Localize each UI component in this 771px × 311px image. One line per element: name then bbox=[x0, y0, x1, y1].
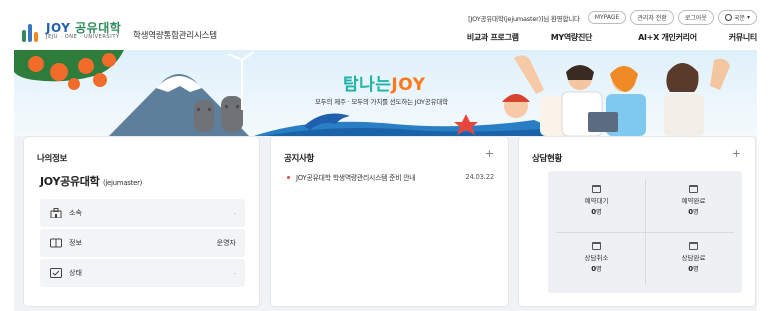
nav-extracurricular[interactable]: 비교과 프로그램 bbox=[467, 32, 519, 43]
consult-cell-reserved-done[interactable]: 예약완료 0명 bbox=[645, 185, 742, 216]
building-icon bbox=[49, 208, 63, 218]
info-row-info: 정보 운영자 bbox=[40, 229, 245, 257]
info-label: 소속 bbox=[69, 209, 82, 217]
info-value: - bbox=[233, 209, 236, 217]
my-info-title: 나의정보 bbox=[37, 154, 68, 164]
logout-button[interactable]: 로그아웃 bbox=[677, 10, 714, 25]
language-select[interactable]: 국문 ▾ bbox=[717, 10, 757, 25]
dashboard-content: 나의정보 JOY공유대학 (jejumaster) 소속 - 정보 운영자 상태… bbox=[14, 136, 757, 311]
welcome-message: [JOY공유대학(jejumaster)]님 환영합니다 bbox=[468, 14, 580, 23]
consult-label: 상담취소 bbox=[584, 254, 609, 262]
calendar-icon bbox=[689, 242, 698, 250]
consult-label: 예약대기 bbox=[584, 197, 609, 205]
my-info-card: 나의정보 JOY공유대학 (jejumaster) 소속 - 정보 운영자 상태… bbox=[23, 136, 260, 307]
consult-count: 0명 bbox=[591, 265, 602, 273]
logo-mark-icon bbox=[22, 20, 42, 42]
main-banner: 탐나는JOY 모두의 제주 · 모두의 가치를 선도하는 JOY공유대학 bbox=[14, 50, 757, 136]
user-name: JOY공유대학 (jejumaster) bbox=[40, 175, 143, 188]
info-label: 상태 bbox=[69, 269, 82, 277]
admin-switch-button[interactable]: 관리자 전환 bbox=[630, 10, 674, 25]
nav-competency-diagnosis[interactable]: MY역량진단 bbox=[551, 32, 593, 43]
info-value: - bbox=[233, 269, 236, 277]
consult-count: 0명 bbox=[688, 265, 699, 273]
consult-count: 0명 bbox=[688, 208, 699, 216]
notice-item[interactable]: JOY공유대학 학생역량관리시스템 준비 안내 24.03.22 bbox=[287, 172, 494, 182]
info-row-status: 상태 - bbox=[40, 259, 245, 287]
consult-cell-cancelled[interactable]: 상담취소 0명 bbox=[548, 242, 645, 273]
notice-card: 공지사항 + JOY공유대학 학생역량관리시스템 준비 안내 24.03.22 bbox=[270, 136, 509, 307]
logo-text: JOY 공유대학 bbox=[46, 21, 122, 35]
consultation-grid: 예약대기 0명 예약완료 0명 상담취소 0명 상담완료 0명 bbox=[548, 171, 742, 293]
calendar-icon bbox=[592, 242, 601, 250]
consultation-title: 상담현황 bbox=[532, 154, 563, 164]
consultation-card: 상담현황 + 예약대기 0명 예약완료 0명 상담취소 0명 상담완료 0명 bbox=[518, 136, 756, 307]
consult-cell-reserved-pending[interactable]: 예약대기 0명 bbox=[548, 185, 645, 216]
banner-title: 탐나는JOY bbox=[343, 75, 426, 95]
chevron-down-icon: ▾ bbox=[746, 14, 750, 21]
calendar-icon bbox=[689, 185, 698, 193]
id-card-icon bbox=[49, 238, 63, 248]
main-nav: 비교과 프로그램 MY역량진단 AI+X 개인커리어 커뮤니티 bbox=[467, 32, 757, 43]
consultation-more-icon[interactable]: + bbox=[732, 147, 741, 160]
info-label: 정보 bbox=[69, 239, 82, 247]
header: JOY 공유대학 JEJU · ONE · UNIVERSITY 학생역량통합관… bbox=[0, 0, 771, 50]
notice-more-icon[interactable]: + bbox=[485, 147, 494, 160]
notice-item-date: 24.03.22 bbox=[465, 173, 494, 181]
user-id: (jejumaster) bbox=[102, 179, 143, 187]
info-value: 운영자 bbox=[216, 239, 236, 247]
system-name: 학생역량통합관리시스템 bbox=[133, 31, 217, 41]
globe-icon bbox=[724, 14, 732, 21]
consult-count: 0명 bbox=[591, 208, 602, 216]
notice-title: 공지사항 bbox=[284, 154, 315, 164]
notice-item-text: JOY공유대학 학생역량관리시스템 준비 안내 bbox=[296, 174, 416, 182]
nav-community[interactable]: 커뮤니티 bbox=[729, 32, 758, 43]
nav-aix-career[interactable]: AI+X 개인커리어 bbox=[638, 32, 697, 43]
consult-label: 예약완료 bbox=[681, 197, 706, 205]
calendar-icon bbox=[592, 185, 601, 193]
mypage-button[interactable]: MYPAGE bbox=[587, 11, 627, 24]
logo[interactable]: JOY 공유대학 JEJU · ONE · UNIVERSITY bbox=[22, 20, 121, 42]
utility-bar: [JOY공유대학(jejumaster)]님 환영합니다 MYPAGE 관리자 … bbox=[468, 10, 757, 25]
info-row-affiliation: 소속 - bbox=[40, 199, 245, 227]
consult-cell-completed[interactable]: 상담완료 0명 bbox=[645, 242, 742, 273]
consult-label: 상담완료 bbox=[681, 254, 706, 262]
logo-subtext: JEJU · ONE · UNIVERSITY bbox=[46, 34, 120, 40]
bullet-icon bbox=[287, 175, 290, 179]
status-icon bbox=[49, 268, 63, 278]
language-label: 국문 bbox=[733, 15, 745, 22]
banner-subtitle: 모두의 제주 · 모두의 가치를 선도하는 JOY공유대학 bbox=[315, 98, 448, 106]
